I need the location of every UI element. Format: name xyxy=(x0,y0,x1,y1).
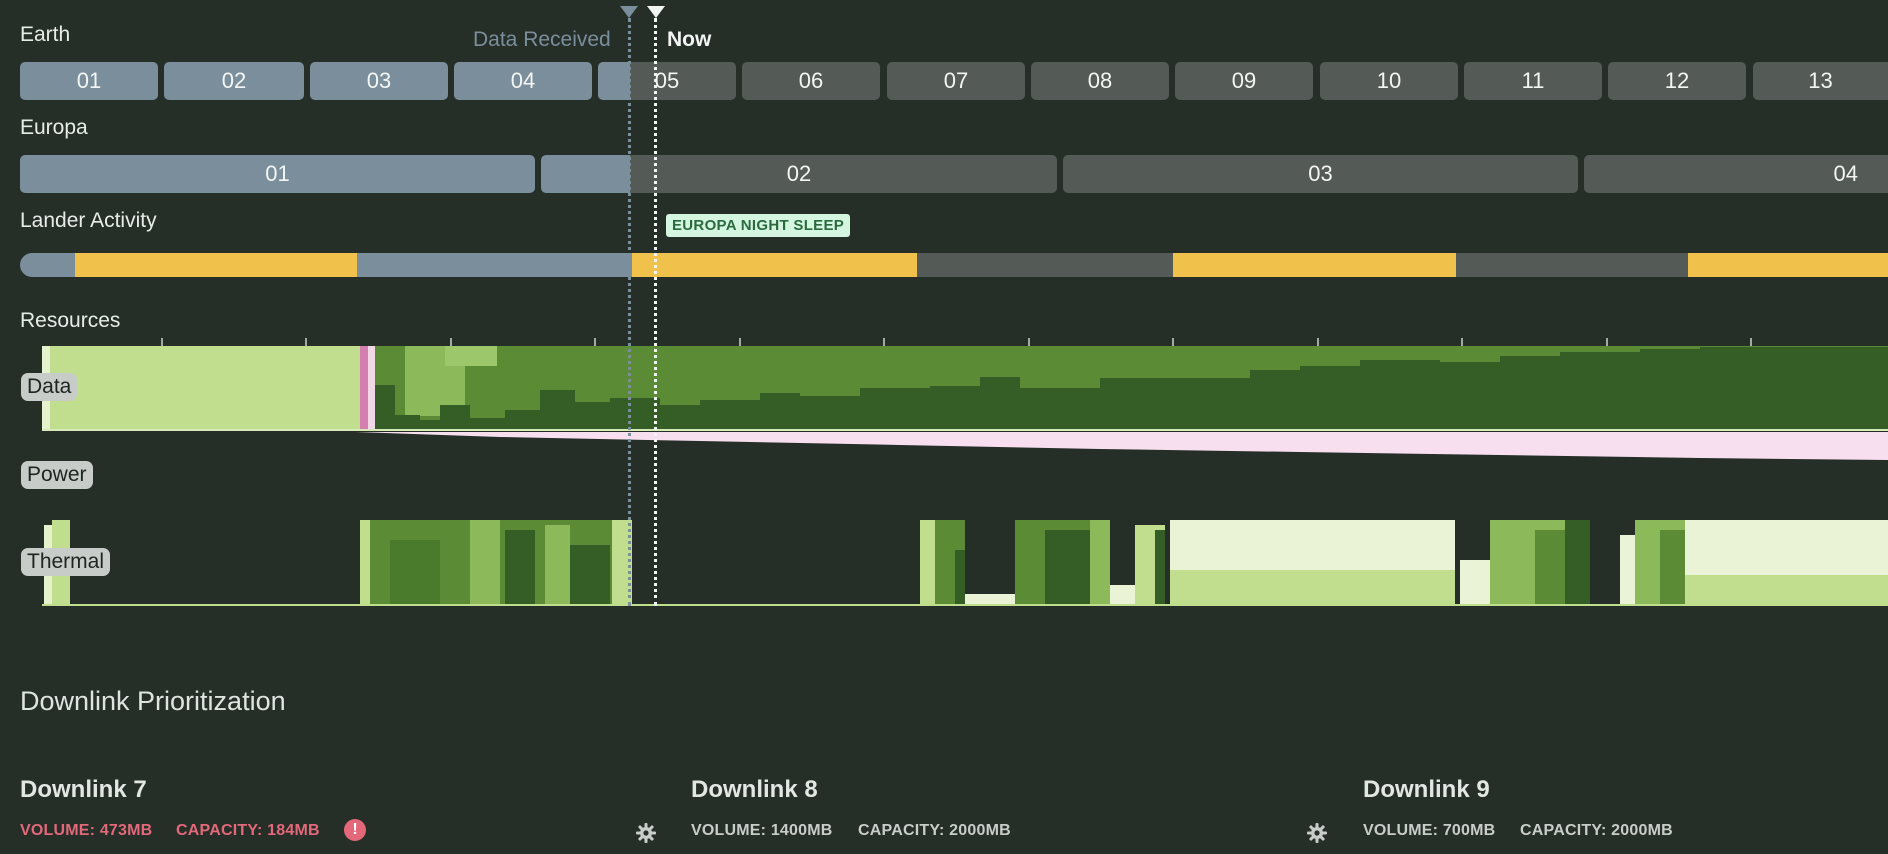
europa-segment[interactable]: 04 xyxy=(1584,155,1888,193)
downlink-capacity: CAPACITY: 184MB xyxy=(176,822,320,839)
earth-segment[interactable]: 11 xyxy=(1464,62,1602,100)
earth-segment[interactable]: 06 xyxy=(742,62,880,100)
data-resource-lane xyxy=(42,346,1888,431)
earth-segment[interactable]: 03 xyxy=(310,62,448,100)
europa-row-label: Europa xyxy=(20,116,88,139)
thermal-resource-lane xyxy=(42,520,1888,606)
earth-row-label: Earth xyxy=(20,23,71,46)
now-marker-handle[interactable] xyxy=(647,6,665,18)
gear-icon[interactable] xyxy=(636,823,656,843)
downlink-title: Downlink 9 xyxy=(1363,776,1490,803)
downlink-title: Downlink 7 xyxy=(20,776,147,803)
earth-segment[interactable]: 05 xyxy=(598,62,736,100)
resource-ticks xyxy=(161,338,1752,346)
alert-icon: ! xyxy=(344,819,366,841)
power-resource-pill[interactable]: Power xyxy=(21,461,93,489)
gear-icon[interactable] xyxy=(1307,823,1327,843)
activity-block[interactable] xyxy=(75,253,357,277)
data-received-marker-handle[interactable] xyxy=(620,6,638,18)
thermal-resource-pill[interactable]: Thermal xyxy=(21,548,111,576)
earth-segment[interactable]: 09 xyxy=(1175,62,1313,100)
downlink-volume: VOLUME: 1400MB xyxy=(691,822,833,839)
now-marker-label: Now xyxy=(667,28,712,51)
data-resource-pill[interactable]: Data xyxy=(21,373,78,401)
activity-block[interactable] xyxy=(1456,253,1688,277)
data-received-marker-line xyxy=(628,18,631,606)
europa-segment[interactable]: 01 xyxy=(20,155,535,193)
activity-block[interactable] xyxy=(357,253,632,277)
downlink-volume: VOLUME: 473MB xyxy=(20,822,153,839)
europa-segment[interactable]: 03 xyxy=(1063,155,1578,193)
activity-block[interactable] xyxy=(917,253,1173,277)
earth-segment[interactable]: 08 xyxy=(1031,62,1169,100)
lander-activity-row-label: Lander Activity xyxy=(20,209,157,232)
earth-segment[interactable]: 02 xyxy=(164,62,304,100)
activity-block[interactable] xyxy=(632,253,917,277)
now-marker-line xyxy=(654,18,657,606)
downlink-volume: VOLUME: 700MB xyxy=(1363,822,1496,839)
earth-segment[interactable]: 04 xyxy=(454,62,592,100)
power-resource-lane xyxy=(355,432,1888,460)
activity-block[interactable] xyxy=(1688,253,1888,277)
earth-segment[interactable]: 12 xyxy=(1608,62,1746,100)
downlink-title: Downlink 8 xyxy=(691,776,818,803)
downlink-capacity: CAPACITY: 2000MB xyxy=(858,822,1011,839)
earth-segment[interactable]: 07 xyxy=(887,62,1025,100)
activity-block[interactable] xyxy=(20,253,75,277)
downlink-capacity: CAPACITY: 2000MB xyxy=(1520,822,1673,839)
europa-night-sleep-tag[interactable]: EUROPA NIGHT SLEEP xyxy=(666,214,851,237)
resources-chart xyxy=(42,338,1888,606)
downlink-prioritization-heading: Downlink Prioritization xyxy=(20,686,286,716)
earth-segment[interactable]: 13 xyxy=(1753,62,1888,100)
data-received-marker-label: Data Received xyxy=(473,28,611,51)
europa-segment[interactable]: 02 xyxy=(541,155,1057,193)
earth-segment[interactable]: 10 xyxy=(1320,62,1458,100)
earth-segment[interactable]: 01 xyxy=(20,62,158,100)
activity-block[interactable] xyxy=(1173,253,1456,277)
